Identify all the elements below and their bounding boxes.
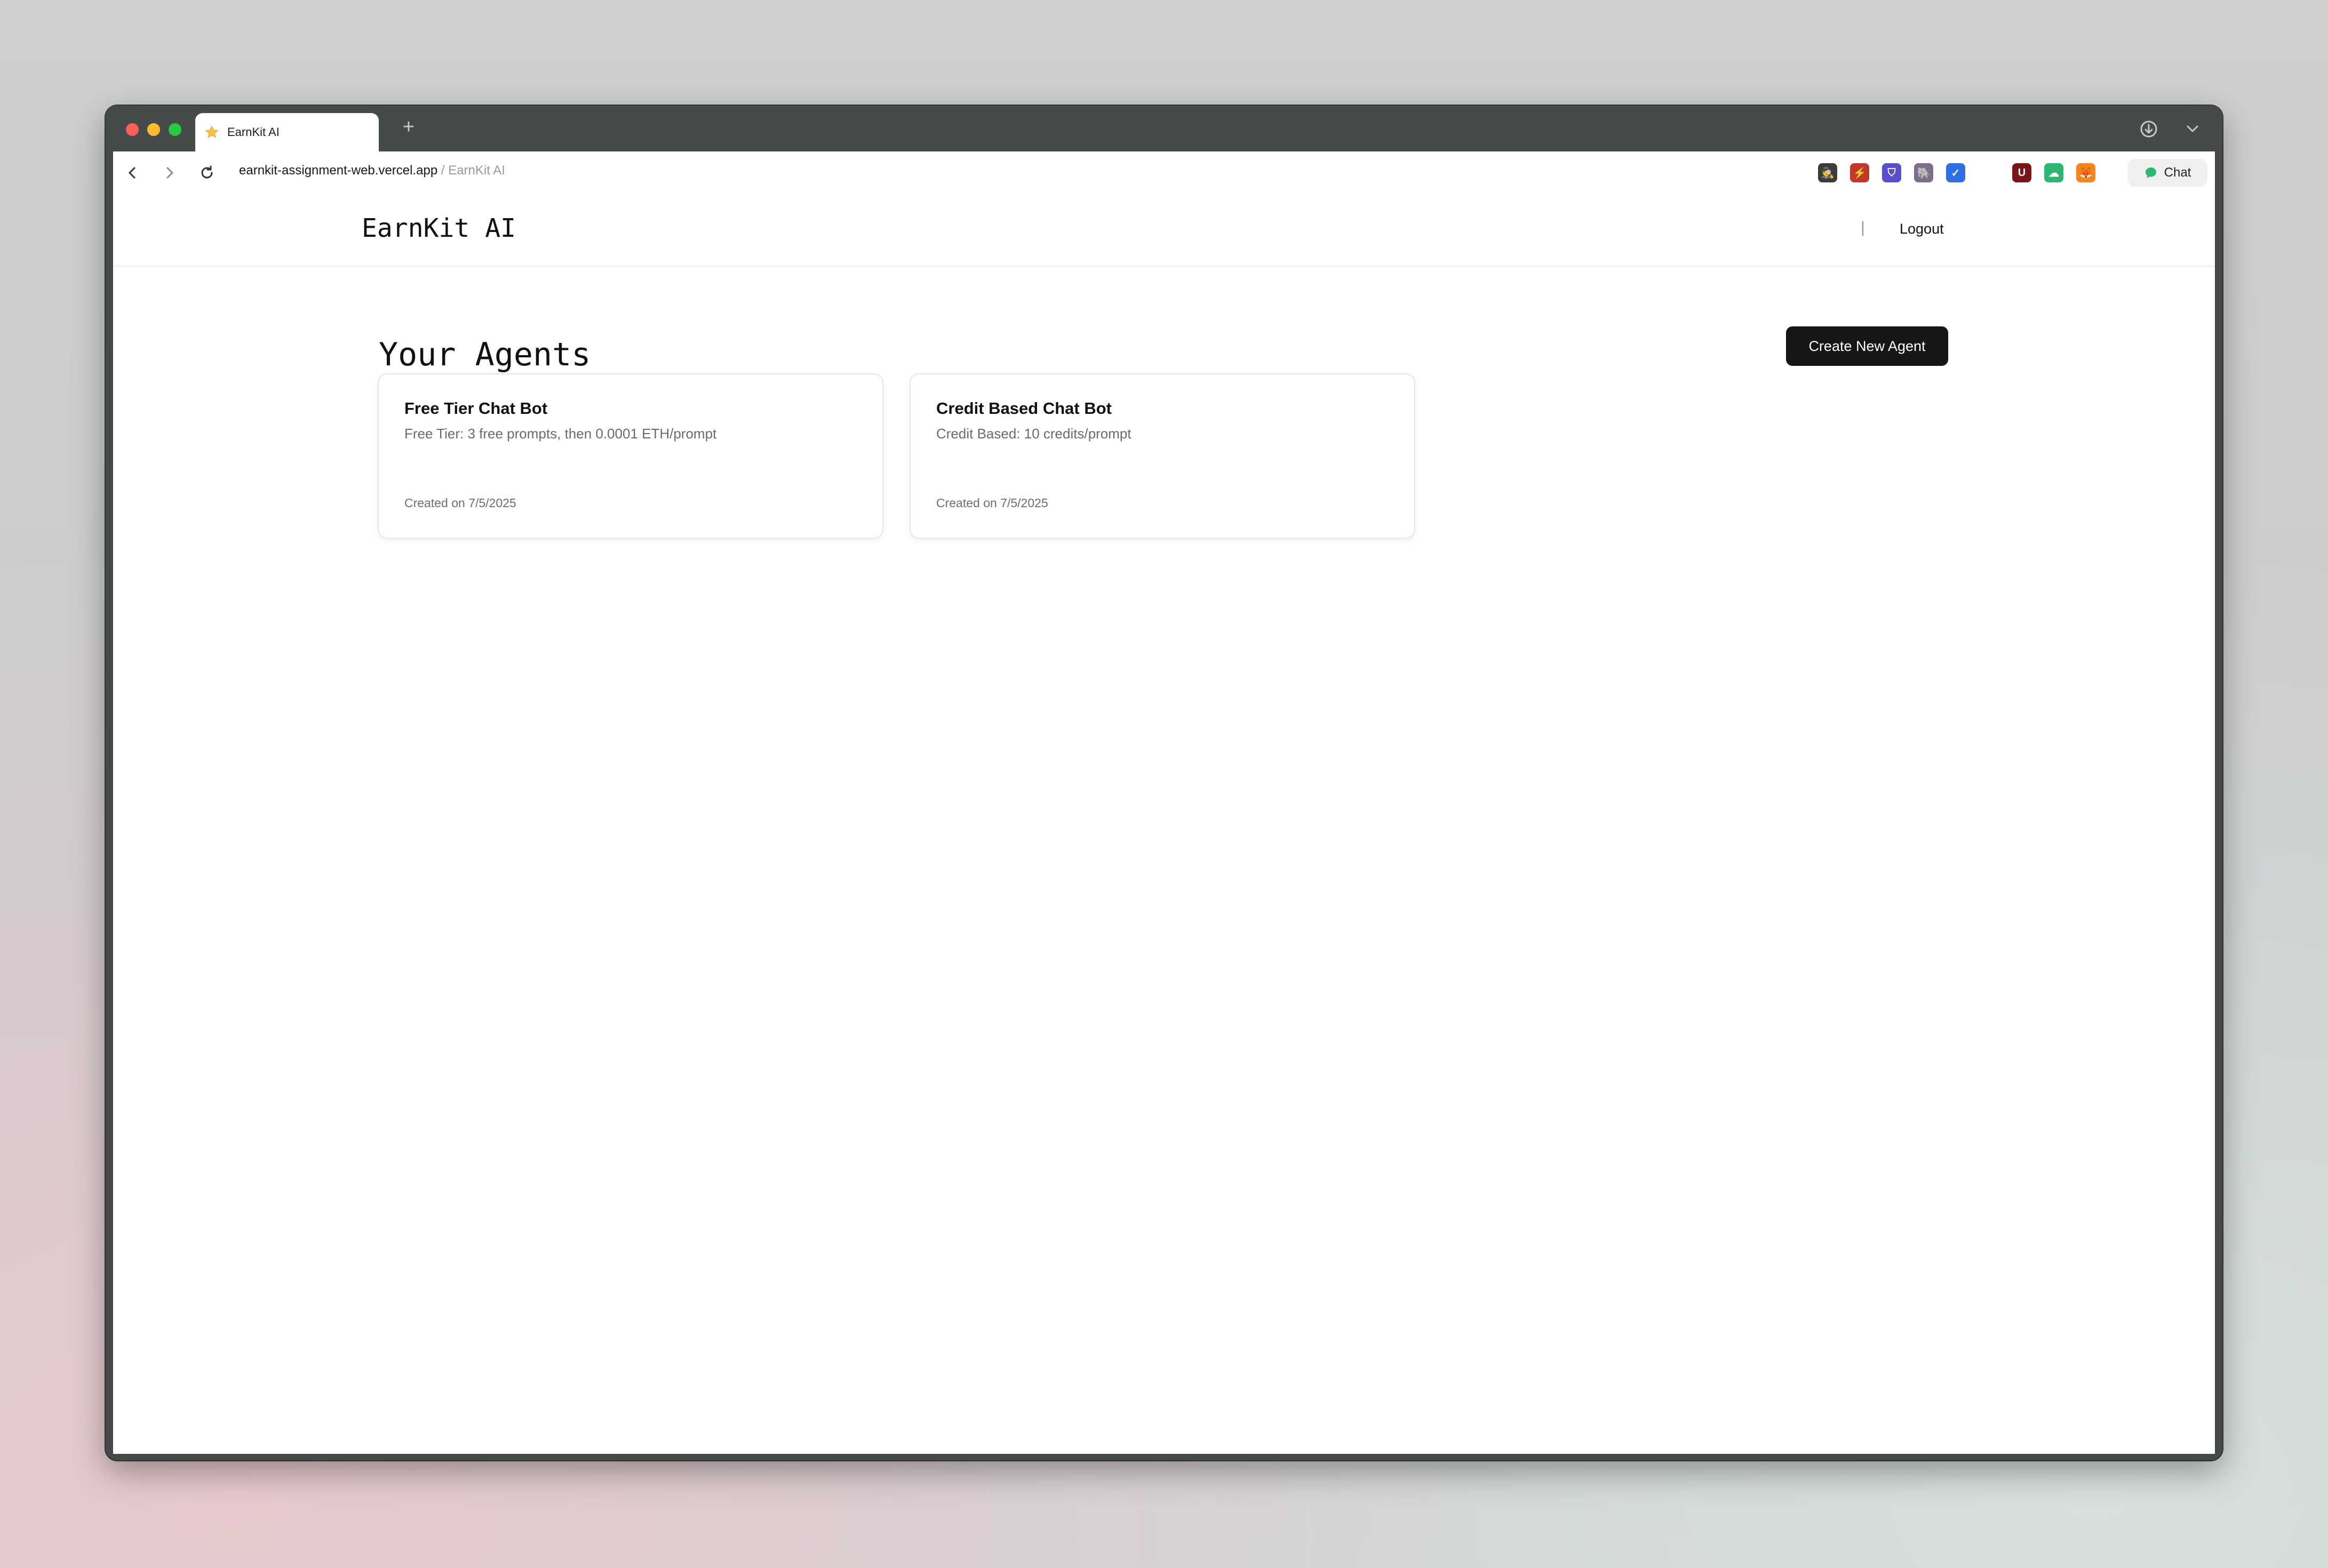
logout-button[interactable]: Logout — [1900, 221, 1944, 237]
url-domain: earnkit-assignment-web.vercel.app — [239, 163, 438, 178]
url-page-title: EarnKit AI — [448, 163, 505, 178]
browser-titlebar: EarnKit AI + — [106, 106, 2222, 151]
agent-card[interactable]: Credit Based Chat Bot Credit Based: 10 c… — [910, 373, 1415, 539]
close-window-button[interactable] — [126, 123, 139, 136]
site-header: EarnKit AI | Logout — [113, 194, 2215, 267]
browser-tab-active[interactable]: EarnKit AI — [195, 113, 379, 151]
chevron-right-icon — [166, 167, 173, 179]
agent-description: Free Tier: 3 free prompts, then 0.0001 E… — [404, 426, 717, 442]
back-button[interactable] — [121, 161, 144, 185]
agent-name: Credit Based Chat Bot — [936, 399, 1112, 418]
browser-window: EarnKit AI + earnkit-assignment-web.verc… — [106, 106, 2222, 1460]
ublock-extension-icon[interactable]: U — [2012, 163, 2031, 182]
agent-created-date: Created on 7/5/2025 — [936, 496, 1048, 510]
address-bar: earnkit-assignment-web.vercel.app / Earn… — [113, 151, 2215, 195]
cloud-extension-icon[interactable]: ☁ — [2044, 163, 2063, 182]
shield-extension-icon[interactable]: ⛉ — [1882, 163, 1901, 182]
agent-name: Free Tier Chat Bot — [404, 399, 548, 418]
url-separator: / — [441, 163, 445, 178]
metamask-extension-icon[interactable]: 🦊 — [2076, 163, 2095, 182]
spy-extension-icon[interactable]: 🕵 — [1818, 163, 1837, 182]
agent-created-date: Created on 7/5/2025 — [404, 496, 516, 510]
forward-button[interactable] — [158, 161, 181, 185]
download-icon[interactable] — [2138, 118, 2159, 140]
minimize-window-button[interactable] — [147, 123, 160, 136]
agent-card[interactable]: Free Tier Chat Bot Free Tier: 3 free pro… — [378, 373, 883, 539]
chat-button-label: Chat — [2164, 165, 2191, 180]
blue-check-extension-icon[interactable]: ✓ — [1946, 163, 1965, 182]
reload-icon — [201, 165, 213, 179]
red-extension-icon[interactable]: ⚡ — [1850, 163, 1869, 182]
url-field[interactable]: earnkit-assignment-web.vercel.app / Earn… — [239, 163, 505, 178]
tab-title: EarnKit AI — [227, 125, 280, 139]
page-title: Your Agents — [379, 336, 591, 373]
chat-button[interactable]: Chat — [2127, 159, 2207, 187]
chevron-left-icon — [129, 167, 135, 179]
agent-description: Credit Based: 10 credits/prompt — [936, 426, 1131, 442]
elephant-extension-icon[interactable]: 🐘 — [1914, 163, 1933, 182]
header-divider: | — [1861, 219, 1865, 236]
chevron-down-icon[interactable] — [2182, 118, 2203, 140]
maximize-window-button[interactable] — [169, 123, 181, 136]
chat-bubble-icon — [2145, 167, 2156, 178]
browser-viewport: earnkit-assignment-web.vercel.app / Earn… — [113, 151, 2215, 1454]
new-tab-button[interactable]: + — [398, 116, 419, 138]
create-new-agent-button[interactable]: Create New Agent — [1786, 326, 1948, 366]
star-favicon-icon — [204, 124, 220, 140]
brand-logo[interactable]: EarnKit AI — [362, 213, 516, 243]
reload-button[interactable] — [195, 161, 219, 185]
